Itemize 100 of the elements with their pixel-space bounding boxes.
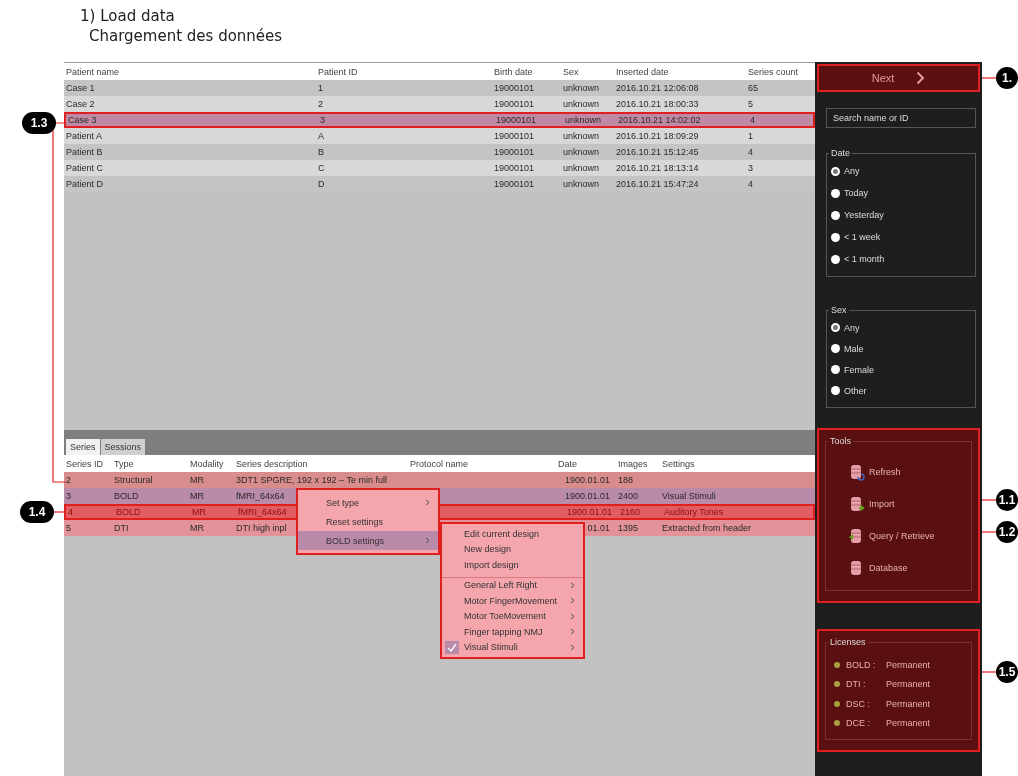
table-cell-text: 1395 [617, 523, 640, 533]
group-title: Date [830, 148, 851, 158]
table-cell-text: Case 1 [65, 83, 96, 93]
column-header: Birth date [493, 66, 534, 77]
column-header: Settings [661, 458, 696, 469]
table-cell-text: 19000101 [493, 163, 536, 173]
table-cell-text: D [317, 179, 326, 189]
table-cell-text: unknown [562, 163, 601, 173]
page-subtitle: Chargement des données [88, 26, 284, 46]
license-status: Permanent [886, 679, 931, 690]
table-cell-text: BOLD [115, 507, 142, 517]
table-cell-text: Auditory Tones [663, 507, 725, 517]
table-cell-text: 1 [747, 131, 754, 141]
table-cell-text: fMRI_64x64 [237, 507, 288, 517]
callout-badge: 1.4 [20, 501, 54, 523]
column-header: Date [557, 458, 578, 469]
page-title: 1) Load data [80, 6, 176, 26]
table-cell-text: 19000101 [493, 99, 536, 109]
table-cell-text: 2 [65, 475, 72, 485]
table-cell-text: 2400 [617, 491, 640, 501]
table-cell-text: unknown [562, 99, 601, 109]
table-cell-text: Patient D [65, 179, 105, 189]
table-cell-text: 2016.10.21 12:06:08 [615, 83, 700, 93]
license-status: Permanent [886, 718, 931, 729]
table-cell-text: 2016.10.21 15:12:45 [615, 147, 700, 157]
table-cell-text: 2016.10.21 15:47:24 [615, 179, 700, 189]
column-header: Series description [235, 458, 309, 469]
callout-badge: 1. [996, 67, 1018, 89]
table-cell-text: 4 [747, 179, 754, 189]
table-cell-text: 19000101 [493, 147, 536, 157]
table-cell-text: 3DT1 SPGRE, 192 x 192 – Te min full [235, 475, 388, 485]
table-cell-text: unknown [562, 147, 601, 157]
table-cell-text: 4 [749, 115, 756, 125]
table-cell-text: 3 [65, 491, 72, 501]
column-header: Series count [747, 66, 800, 77]
table-cell-text: unknown [562, 131, 601, 141]
table-cell-text: A [317, 131, 325, 141]
column-header: Protocol name [409, 458, 470, 469]
table-cell-text: unknown [562, 83, 601, 93]
table-cell-text: 4 [747, 147, 754, 157]
license-status: Permanent [886, 698, 931, 709]
group-title: Tools [829, 436, 852, 446]
table-cell-text: BOLD [113, 491, 140, 501]
group-title: Licenses [829, 637, 867, 647]
table-cell-text: B [317, 147, 325, 157]
column-header: Inserted date [615, 66, 670, 77]
table-cell-text: unknown [564, 115, 603, 125]
table-cell-text: 1900.01.01 [563, 491, 610, 501]
table-cell-text: Case 3 [67, 115, 98, 125]
license-name: BOLD : [846, 659, 877, 670]
table-cell-text: 2016.10.21 18:09:29 [615, 131, 700, 141]
callout-badge: 1.2 [996, 521, 1018, 543]
table-cell-text: 2016.10.21 18:00:33 [615, 99, 700, 109]
license-name: DSC : [846, 698, 871, 709]
table-cell-text: Case 2 [65, 99, 96, 109]
table-cell-text: DTI high inpl [235, 523, 288, 533]
table-cell-text: MR [189, 475, 205, 485]
table-cell-text: Visual Stimuli [661, 491, 717, 501]
table-cell-text: 2016.10.21 18:13:14 [615, 163, 700, 173]
table-cell-text: C [317, 163, 326, 173]
table-cell-text: MR [189, 491, 205, 501]
table-cell-text: Structural [113, 475, 154, 485]
callout-badge: 1.3 [22, 112, 56, 134]
table-cell-text: 19000101 [495, 115, 538, 125]
column-header: Patient name [65, 66, 121, 77]
callout-badge: 1.1 [996, 489, 1018, 511]
license-status: Permanent [886, 659, 931, 670]
table-cell-text: 01.01 [586, 523, 610, 533]
table-cell-text: 1900.01.01 [565, 507, 612, 517]
table-cell-text: 2 [317, 99, 324, 109]
table-cell-text: 3 [747, 163, 754, 173]
table-cell-text: Patient B [65, 147, 104, 157]
table-cell-text: 2016.10.21 14:02:02 [617, 115, 702, 125]
table-cell-text: fMRI_64x64 [235, 491, 286, 501]
table-cell-text: 188 [617, 475, 635, 485]
column-header: Series ID [65, 458, 104, 469]
table-cell-text: 65 [747, 83, 759, 93]
table-cell-text: 5 [747, 99, 754, 109]
table-cell-text: 19000101 [493, 179, 536, 189]
column-header: Sex [562, 66, 580, 77]
group-title: Sex [830, 305, 848, 315]
table-cell-text: 1 [317, 83, 324, 93]
table-cell-text: 19000101 [493, 83, 536, 93]
table-cell-text: 2160 [619, 507, 642, 517]
column-header: Type [113, 458, 135, 469]
callout-badge: 1.5 [996, 661, 1018, 683]
table-cell-text: MR [191, 507, 207, 517]
column-header: Modality [189, 458, 225, 469]
table-cell-text: 5 [65, 523, 72, 533]
table-cell-text: unknown [562, 179, 601, 189]
table-cell-text: Patient A [65, 131, 104, 141]
table-cell-text: Patient C [65, 163, 105, 173]
license-name: DTI : [846, 679, 867, 690]
table-cell-text: 1900.01.01 [563, 475, 610, 485]
license-name: DCE : [846, 718, 871, 729]
table-cell-text: 4 [67, 507, 74, 517]
column-header: Patient ID [317, 66, 359, 77]
table-cell-text: DTI [113, 523, 130, 533]
column-header: Images [617, 458, 649, 469]
table-cell-text: MR [189, 523, 205, 533]
